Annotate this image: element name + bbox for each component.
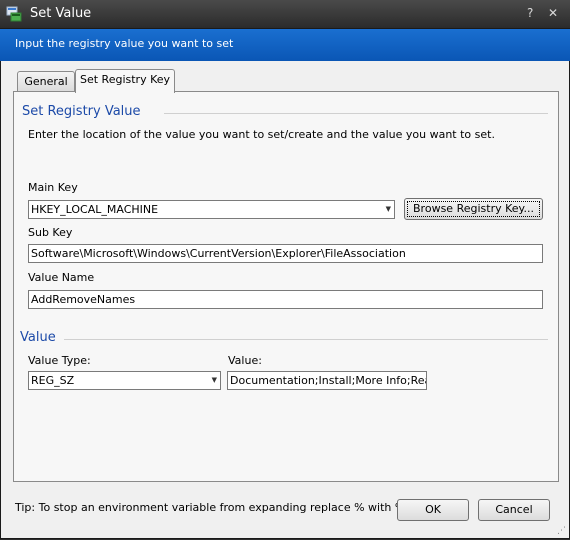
value-type-label: Value Type: [28, 354, 91, 367]
dropdown-arrow-icon[interactable]: ▼ [212, 372, 217, 389]
set-value-dialog: Set Value ? ✕ Input the registry value y… [0, 0, 570, 540]
value-name-label: Value Name [28, 271, 95, 284]
tab-set-registry-key[interactable]: Set Registry Key [75, 69, 175, 93]
title-bar[interactable]: Set Value ? ✕ [0, 0, 570, 29]
section-title-registry: Set Registry Value [22, 104, 141, 119]
section-divider [64, 339, 548, 340]
dialog-body: General Set Registry Key Set Registry Va… [0, 61, 570, 539]
dropdown-arrow-icon[interactable]: ▼ [386, 201, 391, 218]
value-name-field[interactable]: AddRemoveNames [28, 290, 543, 309]
tip-text: Tip: To stop an environment variable fro… [15, 501, 420, 514]
main-key-value: HKEY_LOCAL_MACHINE [31, 203, 159, 216]
tab-general[interactable]: General [17, 71, 75, 92]
instruction-banner: Input the registry value you want to set [0, 29, 570, 61]
value-type-combobox[interactable]: REG_SZ ▼ [28, 371, 221, 390]
window-title: Set Value [30, 6, 92, 21]
sub-key-label: Sub Key [28, 226, 73, 239]
close-icon[interactable]: ✕ [548, 5, 558, 21]
registry-app-icon [6, 6, 22, 22]
cancel-button[interactable]: Cancel [478, 499, 550, 521]
ok-button[interactable]: OK [397, 499, 469, 521]
help-icon[interactable]: ? [527, 5, 533, 21]
banner-text: Input the registry value you want to set [15, 37, 234, 50]
section-divider [164, 113, 548, 114]
sub-key-field[interactable]: Software\Microsoft\Windows\CurrentVersio… [28, 244, 543, 263]
main-key-combobox[interactable]: HKEY_LOCAL_MACHINE ▼ [28, 200, 395, 219]
value-field[interactable]: Documentation;Install;More Info;Readme [227, 371, 427, 390]
main-key-label: Main Key [28, 181, 78, 194]
value-label: Value: [228, 354, 262, 367]
browse-registry-key-button[interactable]: Browse Registry Key... [404, 198, 543, 220]
value-type-value: REG_SZ [31, 374, 75, 387]
resize-grip-icon[interactable]: ⋰ [557, 526, 567, 536]
section-title-value: Value [20, 330, 56, 345]
set-registry-key-panel: Set Registry Value Enter the location of… [13, 91, 559, 482]
instructions-text: Enter the location of the value you want… [28, 128, 495, 141]
